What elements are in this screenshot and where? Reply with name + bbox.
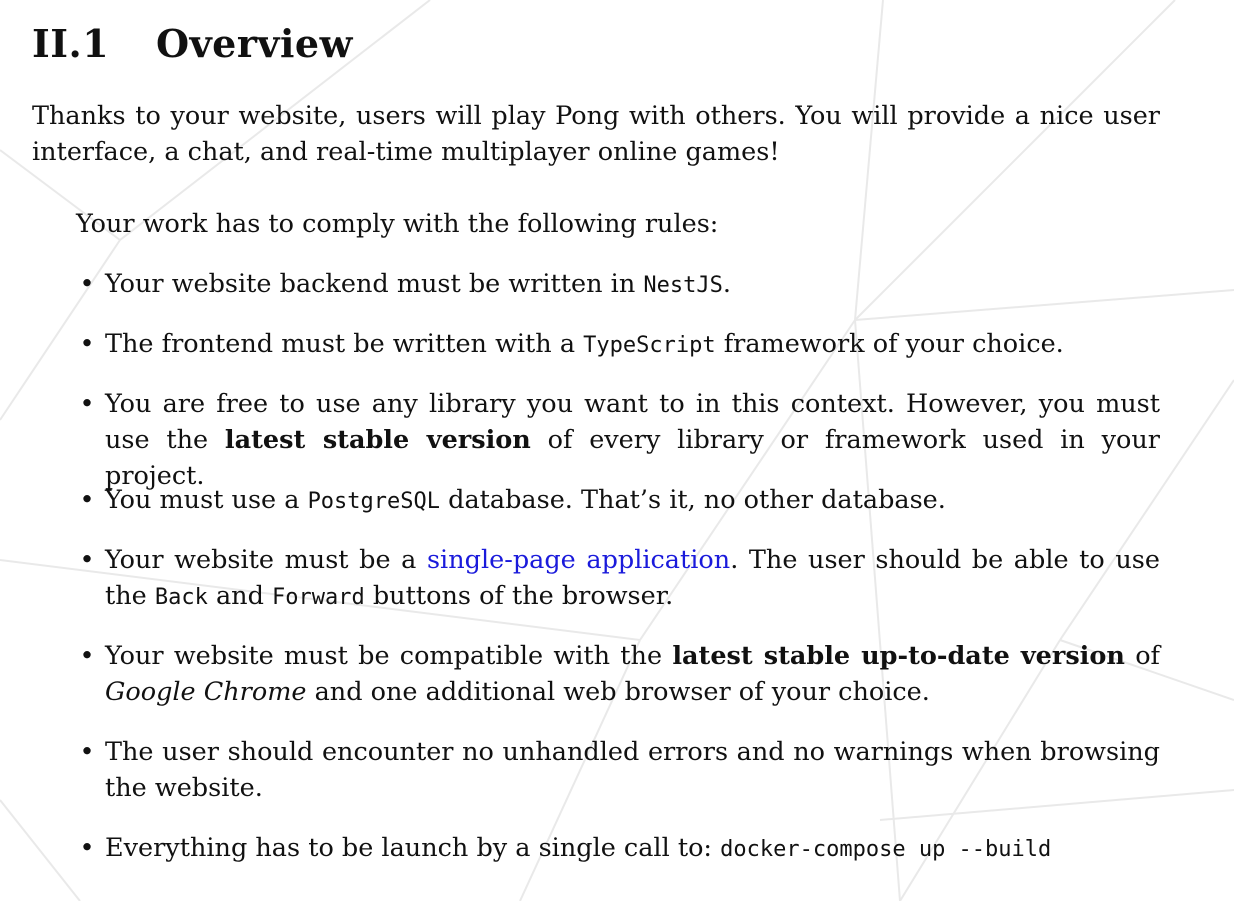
rule-text-part: . <box>722 269 731 299</box>
bold-text: latest stable version <box>224 425 531 455</box>
rule-text-part: Your website must be a <box>105 545 427 575</box>
rule-text-part: The frontend must be written with a <box>105 329 584 359</box>
rule-text-part: of <box>1124 641 1160 671</box>
bullet-icon: • <box>79 485 95 515</box>
document-page: II.1 Overview Thanks to your website, use… <box>0 0 1234 901</box>
section-number: II.1 <box>32 21 110 66</box>
rule-text: Your website backend must be written in … <box>105 266 1160 304</box>
spa-link[interactable]: single-page application <box>427 545 730 575</box>
rule-text-part: and one additional web browser of your c… <box>306 677 930 707</box>
rule-item-libraries: • You are free to use any library you wa… <box>76 386 1160 494</box>
rule-text: You must use a PostgreSQL database. That… <box>105 482 1160 520</box>
rule-text-part: You must use a <box>105 485 308 515</box>
rule-text-part: and <box>207 581 273 611</box>
code-text: NestJS <box>643 273 723 298</box>
rule-item-backend: • Your website backend must be written i… <box>76 266 1160 304</box>
rule-text: The user should encounter no unhandled e… <box>105 737 1160 803</box>
code-text: docker-compose up --build <box>720 837 1052 862</box>
rule-text-part: Your website must be compatible with the <box>105 641 673 671</box>
rule-item-frontend: • The frontend must be written with a Ty… <box>76 326 1160 364</box>
section-title: Overview <box>156 21 353 66</box>
code-text: Back <box>154 585 208 610</box>
code-text: PostgreSQL <box>307 489 441 514</box>
rule-item-docker: • Everything has to be launch by a singl… <box>76 830 1160 868</box>
code-text: Forward <box>272 585 365 610</box>
rule-item-errors: • The user should encounter no unhandled… <box>76 734 1160 806</box>
bullet-icon: • <box>79 833 95 863</box>
intro-paragraph: Thanks to your website, users will play … <box>32 101 1160 167</box>
bullet-icon: • <box>79 737 95 767</box>
rule-text-part: Your website backend must be written in <box>105 269 644 299</box>
section-heading: II.1 Overview <box>32 20 353 68</box>
rule-item-spa: • Your website must be a single-page app… <box>76 542 1160 616</box>
rule-text-part: buttons of the browser. <box>364 581 674 611</box>
rule-text-part: Everything has to be launch by a single … <box>105 833 721 863</box>
bullet-icon: • <box>79 269 95 299</box>
bullet-icon: • <box>79 329 95 359</box>
rules-lead-text: Your work has to comply with the followi… <box>76 209 719 239</box>
rule-text: Your website must be a single-page appli… <box>105 542 1160 616</box>
rule-item-browser-compat: • Your website must be compatible with t… <box>76 638 1160 710</box>
rule-item-database: • You must use a PostgreSQL database. Th… <box>76 482 1160 520</box>
italic-text: Google Chrome <box>105 677 307 707</box>
rule-text: The frontend must be written with a Type… <box>105 326 1160 364</box>
bullet-icon: • <box>79 389 95 419</box>
rule-text: Your website must be compatible with the… <box>105 638 1160 710</box>
rule-text: Everything has to be launch by a single … <box>105 830 1160 868</box>
bold-text: latest stable up-to-date version <box>672 641 1125 671</box>
rule-text-part: database. That’s it, no other database. <box>440 485 946 515</box>
code-text: TypeScript <box>583 333 716 358</box>
rule-text-part: framework of your choice. <box>715 329 1064 359</box>
bullet-icon: • <box>79 545 95 575</box>
rule-text: You are free to use any library you want… <box>105 386 1160 494</box>
bullet-icon: • <box>79 641 95 671</box>
